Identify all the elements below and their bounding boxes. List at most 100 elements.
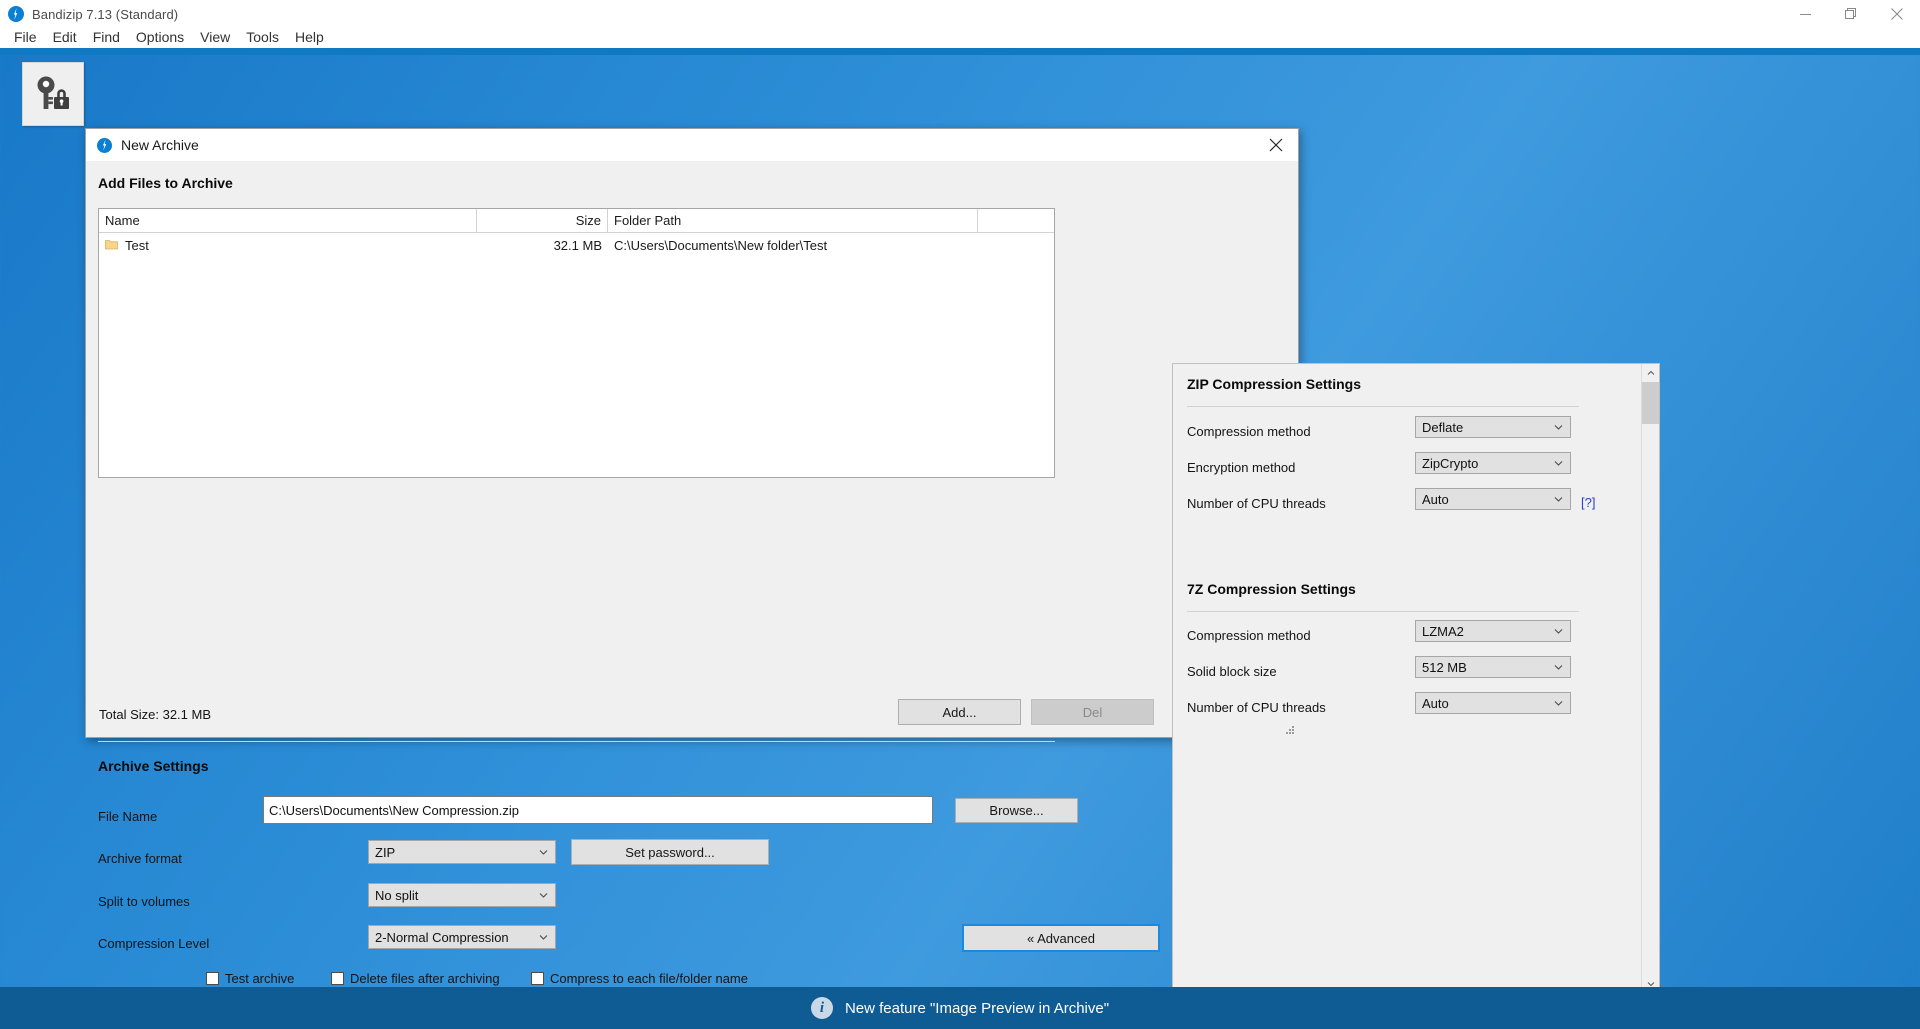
sevenz-compression-method-value: LZMA2 [1422, 623, 1464, 639]
column-header-spacer [978, 209, 1054, 232]
scroll-up-arrow-icon[interactable] [1642, 364, 1659, 381]
dialog-title: New Archive [121, 137, 199, 153]
sevenz-compression-method-select[interactable]: LZMA2 [1415, 620, 1571, 642]
test-archive-checkbox[interactable]: Test archive [206, 971, 294, 986]
browse-button[interactable]: Browse... [955, 798, 1078, 823]
info-icon: i [810, 997, 833, 1019]
resize-grip[interactable] [1283, 722, 1295, 734]
archive-format-label: Archive format [98, 851, 182, 866]
chevron-down-icon [539, 891, 548, 900]
sevenz-settings-heading: 7Z Compression Settings [1187, 581, 1356, 597]
delete-files-after-archiving-checkbox[interactable]: Delete files after archiving [331, 971, 500, 986]
notification-text: New feature "Image Preview in Archive" [844, 999, 1110, 1017]
sevenz-solid-block-size-label: Solid block size [1187, 664, 1277, 679]
left-pane: Add Files to Archive Name Size Folder Pa… [86, 161, 1160, 986]
minimize-button[interactable] [1782, 0, 1828, 28]
file-name-label: File Name [98, 809, 158, 824]
scrollbar-thumb[interactable] [1642, 382, 1659, 424]
zip-compression-method-select[interactable]: Deflate [1415, 416, 1571, 438]
sevenz-solid-block-size-select[interactable]: 512 MB [1415, 656, 1571, 678]
compress-each-label: Compress to each file/folder name [550, 971, 748, 986]
key-and-lock-icon [22, 62, 84, 126]
menu-bar: File Edit Find Options View Tools Help [0, 26, 332, 48]
chevron-down-icon [1554, 699, 1563, 708]
total-size-label: Total Size: 32.1 MB [99, 707, 211, 722]
chevron-down-icon [1554, 459, 1563, 468]
folder-icon [105, 238, 118, 253]
chevron-down-icon [1554, 423, 1563, 432]
section-divider [98, 741, 1055, 742]
dialog-close-button[interactable] [1253, 129, 1298, 161]
menu-item-options[interactable]: Options [128, 27, 192, 47]
checkbox-box [331, 972, 344, 985]
compression-level-value: 2-Normal Compression [375, 929, 509, 945]
compression-level-select[interactable]: 2-Normal Compression [368, 925, 556, 949]
chevron-down-icon [1554, 627, 1563, 636]
del-button: Del [1031, 699, 1154, 725]
advanced-panel-scrollbar[interactable] [1641, 364, 1659, 992]
window-controls [1782, 0, 1920, 28]
zip-cpu-threads-select[interactable]: Auto [1415, 488, 1571, 510]
column-header-size[interactable]: Size [477, 209, 608, 232]
add-button[interactable]: Add... [898, 699, 1021, 725]
split-to-volumes-label: Split to volumes [98, 894, 190, 909]
dialog-body: Add Files to Archive Name Size Folder Pa… [86, 161, 1660, 1029]
zip-encryption-method-value: ZipCrypto [1422, 455, 1479, 471]
menu-item-edit[interactable]: Edit [45, 27, 85, 47]
chevron-down-icon [1554, 495, 1563, 504]
zip-compression-method-label: Compression method [1187, 424, 1311, 439]
archive-settings-heading: Archive Settings [98, 758, 209, 774]
zip-encryption-method-select[interactable]: ZipCrypto [1415, 452, 1571, 474]
test-archive-label: Test archive [225, 971, 295, 986]
checkbox-box [531, 972, 544, 985]
menu-item-find[interactable]: Find [85, 27, 128, 47]
menu-item-help[interactable]: Help [287, 27, 332, 47]
advanced-button[interactable]: « Advanced [962, 924, 1160, 952]
sevenz-cpu-threads-label: Number of CPU threads [1187, 700, 1326, 715]
compress-each-file-folder-checkbox[interactable]: Compress to each file/folder name [531, 971, 748, 986]
zip-settings-heading: ZIP Compression Settings [1187, 376, 1361, 392]
menu-item-tools[interactable]: Tools [238, 27, 287, 47]
main-window: Bandizip 7.13 (Standard) File Edit Find [0, 0, 1920, 55]
new-archive-dialog: New Archive Add Files to Archive Name Si… [85, 128, 1660, 1029]
column-header-name[interactable]: Name [99, 209, 477, 232]
table-row[interactable]: Test 32.1 MB C:\Users\Documents\New fold… [99, 233, 1054, 257]
delete-files-label: Delete files after archiving [350, 971, 500, 986]
file-size-cell: 32.1 MB [553, 237, 602, 253]
notification-bar[interactable]: i New feature "Image Preview in Archive" [0, 987, 1920, 1029]
bandizip-logo-icon [97, 137, 112, 153]
archive-format-value: ZIP [375, 844, 396, 860]
window-title-bar[interactable]: Bandizip 7.13 (Standard) [0, 0, 1920, 28]
zip-cpu-threads-value: Auto [1422, 491, 1449, 507]
dialog-title-bar[interactable]: New Archive [86, 129, 1298, 161]
bandizip-logo-icon [8, 6, 24, 22]
chevron-down-icon [539, 933, 548, 942]
column-header-folder-path[interactable]: Folder Path [608, 209, 978, 232]
maximize-button[interactable] [1828, 0, 1874, 28]
desktop-shortcut-icon[interactable] [22, 62, 84, 127]
zip-encryption-method-label: Encryption method [1187, 460, 1296, 475]
compression-level-label: Compression Level [98, 936, 210, 951]
window-accent-edge [0, 48, 1920, 55]
advanced-settings-panel: ZIP Compression Settings Compression met… [1172, 363, 1660, 993]
zip-compression-method-value: Deflate [1422, 419, 1464, 435]
chevron-down-icon [1554, 663, 1563, 672]
sevenz-cpu-threads-value: Auto [1422, 695, 1449, 711]
zip-settings-rule [1187, 406, 1579, 407]
split-to-volumes-select[interactable]: No split [368, 883, 556, 907]
file-path-cell: C:\Users\Documents\New folder\Test [614, 237, 828, 253]
cpu-threads-help-link[interactable]: [?] [1581, 495, 1595, 510]
sevenz-settings-rule [1187, 611, 1579, 612]
menu-item-file[interactable]: File [6, 27, 45, 47]
sevenz-cpu-threads-select[interactable]: Auto [1415, 692, 1571, 714]
sevenz-solid-block-size-value: 512 MB [1422, 659, 1467, 675]
zip-cpu-threads-label: Number of CPU threads [1187, 496, 1326, 511]
close-button[interactable] [1874, 0, 1920, 28]
archive-format-select[interactable]: ZIP [368, 840, 556, 864]
file-list[interactable]: Name Size Folder Path Test 32.1 MB C:\Us… [98, 208, 1055, 478]
file-list-header: Name Size Folder Path [99, 209, 1054, 233]
split-to-volumes-value: No split [375, 887, 419, 903]
file-name-input[interactable]: C:\Users\Documents\New Compression.zip [263, 796, 933, 824]
set-password-button[interactable]: Set password... [571, 839, 769, 865]
menu-item-view[interactable]: View [192, 27, 238, 47]
